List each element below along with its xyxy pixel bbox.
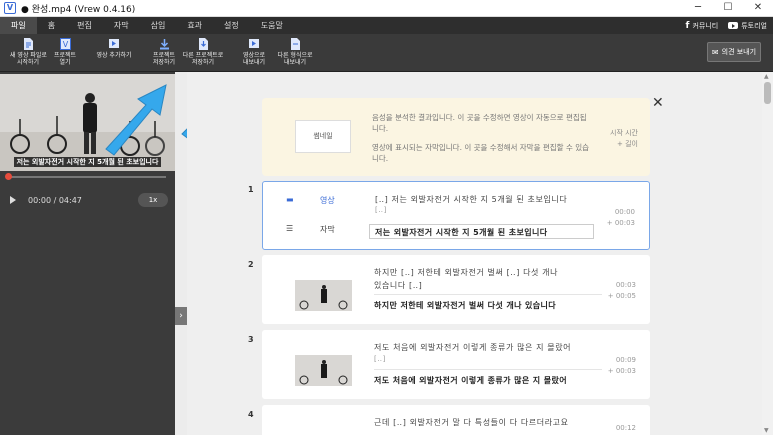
speed-button[interactable]: 1x <box>138 193 168 207</box>
seek-knob[interactable] <box>5 173 12 180</box>
speech-text-cont[interactable]: [‥] <box>375 206 387 214</box>
subtitle-row-icon: ☰ <box>286 224 294 233</box>
thumbnail-label: 썸네일 <box>295 120 351 153</box>
subtitle-text[interactable]: 하지만 저한테 외발자전거 벌써 다섯 개나 있습니다 <box>374 300 556 311</box>
seek-bar[interactable] <box>5 173 166 180</box>
segment-card[interactable]: 근데 [‥] 외발자전거 말 다 특성들이 다 다르더라고요 00:12 <box>262 405 650 435</box>
vrew-project-icon: V <box>59 38 71 50</box>
youtube-icon <box>728 22 739 29</box>
tutorial-label: 튜토리얼 <box>741 21 767 30</box>
segment-card[interactable]: 하지만 [‥] 저한테 외발자전거 벌써 [‥] 다섯 개나 있습니다 [‥] … <box>262 255 650 324</box>
menu-help[interactable]: 도움말 <box>250 17 294 34</box>
subtitle-input[interactable]: 저는 외발자전거 시작한 지 5개월 된 초보입니다 <box>369 224 594 239</box>
add-video-icon <box>108 39 119 48</box>
menu-file[interactable]: 파일 <box>0 17 37 34</box>
menu-home[interactable]: 홈 <box>37 17 66 34</box>
speech-text[interactable]: 근데 [‥] 외발자전거 말 다 특성들이 다 다르더라고요 <box>374 417 569 428</box>
segment-time: 00:03 + 00:05 <box>607 281 636 300</box>
save-project-button[interactable]: 프로젝트 저장하기 <box>150 38 178 66</box>
scroll-down-icon[interactable]: ▼ <box>764 427 769 434</box>
info-card: 썸네일 음성을 분석한 결과입니다. 이 곳을 수정하면 영상이 자동으로 편집… <box>262 98 650 176</box>
segment-time: 00:09 + 00:03 <box>607 356 636 375</box>
maximize-button[interactable]: ☐ <box>713 0 743 17</box>
scroll-up-icon[interactable]: ▲ <box>764 73 769 80</box>
divider <box>374 294 602 295</box>
speech-text[interactable]: [‥] 저는 외발자전거 시작한 지 5개월 된 초보입니다 <box>375 194 567 205</box>
title-bar: V ● 완성.mp4 (Vrew 0.4.16) ─ ☐ ✕ <box>0 0 773 17</box>
export-other-button[interactable]: 다른 형식으로 내보내기 <box>277 38 313 66</box>
community-label: 커뮤니티 <box>692 21 719 30</box>
menu-insert[interactable]: 삽입 <box>140 17 177 34</box>
mail-icon: ✉ <box>711 47 719 57</box>
minimize-button[interactable]: ─ <box>683 0 713 17</box>
add-video-button[interactable]: 영상 추가하기 <box>94 38 134 59</box>
vrew-logo-icon: V <box>4 2 16 14</box>
new-video-button[interactable]: 새 영상 파일로 시작하기 <box>10 38 47 66</box>
save-as-icon <box>198 38 208 50</box>
info-time: 시작 시간 + 길이 <box>610 129 638 148</box>
annotation-arrow-left <box>105 84 167 156</box>
save-as-button[interactable]: 다른 프로젝트로 저장하기 <box>182 38 224 66</box>
menu-bar: 파일 홈 편집 자막 삽입 효과 설정 도움말 f 커뮤니티 튜토리얼 <box>0 17 773 34</box>
video-row-label: 영상 <box>320 196 335 205</box>
menu-subtitle[interactable]: 자막 <box>103 17 140 34</box>
close-window-button[interactable]: ✕ <box>743 0 773 17</box>
close-info-button[interactable]: ✕ <box>652 95 664 111</box>
segment-thumbnail <box>295 280 352 311</box>
svg-text:V: V <box>62 40 68 49</box>
segment-number: 1 <box>248 185 254 194</box>
time-display: 00:00 / 04:47 <box>28 196 82 205</box>
divider <box>374 369 602 370</box>
play-icon[interactable] <box>10 196 16 204</box>
menu-effects[interactable]: 효과 <box>176 17 213 34</box>
scroll-thumb[interactable] <box>764 82 771 104</box>
video-row-icon: ▬ <box>286 195 294 204</box>
segment-number: 2 <box>248 260 254 269</box>
editor-area: ✕ 썸네일 음성을 분석한 결과입니다. 이 곳을 수정하면 영상이 자동으로 … <box>187 72 762 435</box>
export-video-button[interactable]: 영상으로 내보내기 <box>241 38 267 66</box>
speech-text-cont[interactable]: 있습니다 [‥] <box>374 280 422 291</box>
ribbon-toolbar: 새 영상 파일로 시작하기 V 프로젝트 열기 영상 추가하기 프로젝트 저장하… <box>0 34 773 72</box>
speech-text[interactable]: 하지만 [‥] 저한테 외발자전거 벌써 [‥] 다섯 개나 <box>374 267 558 278</box>
segment-time: 00:12 <box>615 424 636 432</box>
info-speech-text: 음성을 분석한 결과입니다. 이 곳을 수정하면 영상이 자동으로 편집됩니다. <box>372 113 587 133</box>
segment-thumbnail <box>295 355 352 386</box>
segment-card[interactable]: ▬ 영상 ☰ 자막 [‥] 저는 외발자전거 시작한 지 5개월 된 초보입니다… <box>262 181 650 250</box>
speech-text-cont[interactable]: [‥] <box>374 355 386 363</box>
segment-number: 4 <box>248 410 254 419</box>
segment-time: 00:00 + 00:03 <box>606 208 635 227</box>
speech-text[interactable]: 저도 처음에 외발자전거 이렇게 종류가 많은 지 몰랐어 <box>374 342 571 353</box>
subtitle-row-label: 자막 <box>320 225 335 234</box>
feedback-button[interactable]: ✉ 의견 보내기 <box>707 42 761 62</box>
scrollbar[interactable]: ▲ ▼ <box>762 72 773 435</box>
export-file-icon <box>290 38 300 50</box>
menu-settings[interactable]: 설정 <box>213 17 250 34</box>
export-video-icon <box>248 39 259 48</box>
player-panel: 저는 외발자전거 시작한 지 5개월 된 초보입니다 00:00 / 04:47… <box>0 72 175 435</box>
menu-edit[interactable]: 편집 <box>66 17 103 34</box>
collapse-panel-button[interactable]: › <box>175 307 187 325</box>
tutorial-link[interactable]: 튜토리얼 <box>728 21 767 31</box>
community-link[interactable]: f 커뮤니티 <box>686 21 719 31</box>
open-project-button[interactable]: V 프로젝트 열기 <box>52 38 78 66</box>
info-subtitle-text: 영상에 표시되는 자막입니다. 이 곳을 수정해서 자막을 편집할 수 있습니다… <box>372 143 590 163</box>
subtitle-text[interactable]: 저도 처음에 외발자전거 이렇게 종류가 많은 지 몰랐어 <box>374 375 567 386</box>
new-file-icon <box>23 38 33 50</box>
segment-number: 3 <box>248 335 254 344</box>
window-title: ● 완성.mp4 (Vrew 0.4.16) <box>21 4 136 15</box>
save-icon <box>159 39 169 50</box>
video-subtitle: 저는 외발자전거 시작한 지 5개월 된 초보입니다 <box>13 157 162 167</box>
facebook-icon: f <box>685 20 690 31</box>
segment-card[interactable]: 저도 처음에 외발자전거 이렇게 종류가 많은 지 몰랐어 [‥] 저도 처음에… <box>262 330 650 399</box>
